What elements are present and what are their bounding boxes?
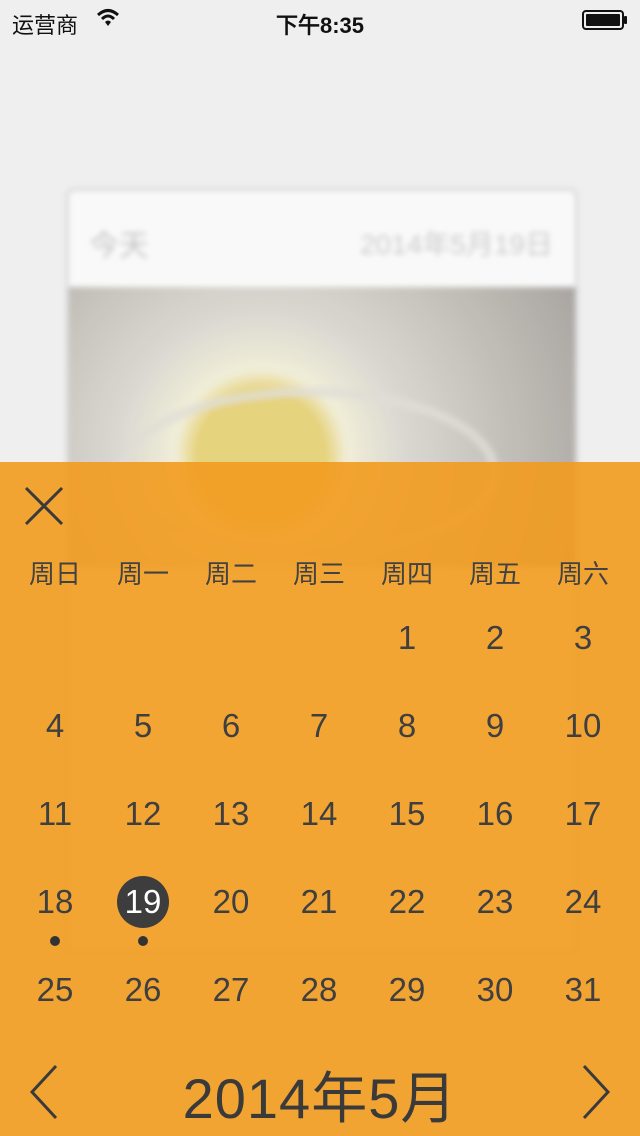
- calendar-day[interactable]: 22: [363, 872, 451, 960]
- calendar-day-number: 23: [476, 883, 514, 920]
- calendar-day-number: 27: [212, 971, 250, 1008]
- calendar-day-grid: 1 2 3 4 5 6 7 8 9 10 11 12 13 14 15 16 17 18 19 20 21 22 23 24 2…: [11, 608, 627, 1048]
- calendar-day-number: 1: [397, 619, 417, 656]
- calendar-day[interactable]: 27: [187, 960, 275, 1048]
- calendar-day[interactable]: 30: [451, 960, 539, 1048]
- weekday-label: 周二: [204, 559, 257, 589]
- calendar-day[interactable]: 9: [451, 696, 539, 784]
- calendar-day[interactable]: 11: [11, 784, 99, 872]
- calendar-day-number: 31: [564, 971, 602, 1008]
- close-icon[interactable]: [22, 484, 66, 528]
- chevron-right-icon[interactable]: [578, 1064, 614, 1120]
- weekday-label: 周五: [468, 559, 521, 589]
- calendar-day[interactable]: 25: [11, 960, 99, 1048]
- calendar-day[interactable]: 4: [11, 696, 99, 784]
- calendar-day[interactable]: 14: [275, 784, 363, 872]
- calendar-empty-cell: [11, 608, 99, 696]
- calendar-day[interactable]: 3: [539, 608, 627, 696]
- calendar-footer: 2014年5月: [0, 1042, 640, 1136]
- calendar-empty-cell: [187, 608, 275, 696]
- background-date-label: 2014年5月19日: [359, 229, 553, 260]
- calendar-day[interactable]: 21: [275, 872, 363, 960]
- event-dot: [50, 936, 60, 946]
- calendar-day-number: 16: [476, 795, 514, 832]
- calendar-day-number: 6: [221, 707, 241, 744]
- calendar-day-number: 21: [300, 883, 338, 920]
- calendar-day[interactable]: 18: [11, 872, 99, 960]
- calendar-empty-cell: [99, 608, 187, 696]
- calendar-day-number: 17: [564, 795, 602, 832]
- weekday-label: 周日: [28, 559, 81, 589]
- calendar-day[interactable]: 17: [539, 784, 627, 872]
- calendar-day[interactable]: 15: [363, 784, 451, 872]
- calendar-day-number: 10: [564, 707, 602, 744]
- calendar-day[interactable]: 8: [363, 696, 451, 784]
- weekday-label: 周三: [292, 559, 345, 589]
- calendar-day-number: 30: [476, 971, 514, 1008]
- calendar-day-number: 25: [36, 971, 74, 1008]
- status-time: 下午8:35: [275, 13, 365, 38]
- weekday-label: 周一: [116, 559, 169, 589]
- calendar-day-number: 22: [388, 883, 426, 920]
- calendar-overlay: 周日 周一 周二 周三 周四 周五 周六 1 2 3 4 5 6 7 8 9 10 11 12 13 14 15 16 17…: [0, 462, 640, 1136]
- battery-icon: [582, 10, 627, 30]
- calendar-day-number: 15: [388, 795, 426, 832]
- calendar-day-number: 14: [300, 795, 338, 832]
- calendar-day-number: 19: [117, 876, 169, 928]
- calendar-day[interactable]: 31: [539, 960, 627, 1048]
- calendar-day[interactable]: 20: [187, 872, 275, 960]
- calendar-day-number: 18: [36, 883, 74, 920]
- calendar-day[interactable]: 5: [99, 696, 187, 784]
- calendar-day-number: 28: [300, 971, 338, 1008]
- calendar-day-number: 26: [124, 971, 162, 1008]
- calendar-day-number: 8: [397, 707, 417, 744]
- calendar-day-number: 12: [124, 795, 162, 832]
- calendar-day[interactable]: 7: [275, 696, 363, 784]
- calendar-day[interactable]: 26: [99, 960, 187, 1048]
- calendar-day-number: 29: [388, 971, 426, 1008]
- weekday-label: 周四: [380, 559, 433, 589]
- calendar-day-number: 13: [212, 795, 250, 832]
- calendar-day[interactable]: 12: [99, 784, 187, 872]
- weekday-header-row: 周日 周一 周二 周三 周四 周五 周六: [0, 554, 640, 594]
- calendar-day-number: 9: [485, 707, 505, 744]
- event-dot: [138, 936, 148, 946]
- calendar-empty-cell: [275, 608, 363, 696]
- calendar-day-number: 24: [564, 883, 602, 920]
- calendar-day[interactable]: 24: [539, 872, 627, 960]
- weekday-label: 周六: [556, 559, 609, 589]
- month-title: 2014年5月: [182, 1067, 458, 1130]
- calendar-day[interactable]: 13: [187, 784, 275, 872]
- calendar-day[interactable]: 10: [539, 696, 627, 784]
- calendar-day-number: 2: [485, 619, 505, 656]
- status-bar: 运营商 下午8:35: [0, 0, 640, 40]
- calendar-day-number: 4: [45, 707, 65, 744]
- calendar-day-number: 11: [37, 795, 73, 832]
- calendar-day-number: 20: [212, 883, 250, 920]
- calendar-day[interactable]: 6: [187, 696, 275, 784]
- calendar-day[interactable]: 23: [451, 872, 539, 960]
- calendar-day[interactable]: 2: [451, 608, 539, 696]
- calendar-day[interactable]: 29: [363, 960, 451, 1048]
- calendar-day-number: 7: [309, 707, 329, 744]
- background-today-label: 今天: [89, 230, 149, 263]
- calendar-day[interactable]: 16: [451, 784, 539, 872]
- background-card-header: 今天 2014年5月19日: [69, 191, 575, 287]
- calendar-day-number: 5: [133, 707, 153, 744]
- calendar-day-number: 3: [573, 619, 593, 656]
- calendar-day-selected[interactable]: 19: [99, 872, 187, 960]
- calendar-day[interactable]: 28: [275, 960, 363, 1048]
- calendar-day[interactable]: 1: [363, 608, 451, 696]
